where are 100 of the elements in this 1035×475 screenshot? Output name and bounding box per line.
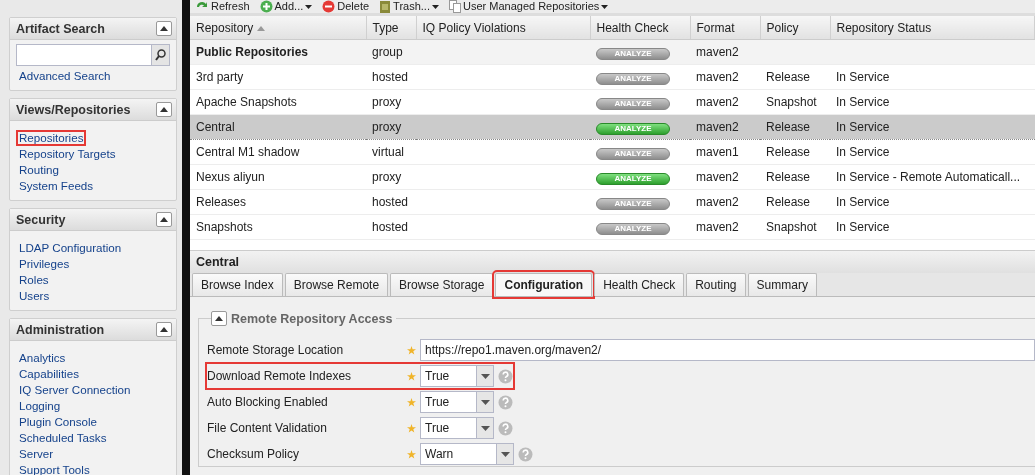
column-header[interactable]: Repository Status (830, 16, 1035, 40)
toolbar-button[interactable]: Add... (259, 0, 313, 13)
sidebar-link[interactable]: Privileges (16, 256, 73, 272)
toolbar-button[interactable]: Trash... (379, 0, 439, 13)
dropdown[interactable]: True (420, 365, 494, 387)
sidebar-link[interactable]: Capabilities (16, 366, 82, 382)
table-cell: Snapshot (766, 95, 817, 109)
table-cell: proxy (366, 89, 416, 115)
tab[interactable]: Browse Index (192, 273, 283, 296)
panel-title: Views/Repositories (16, 102, 131, 117)
sort-icon (257, 25, 266, 31)
table-cell: group (366, 39, 416, 65)
dropdown[interactable]: Warn (420, 443, 514, 465)
sidebar-link[interactable]: Users (16, 288, 53, 304)
table-cell: proxy (366, 164, 416, 190)
field-label: Checksum Policy (207, 447, 301, 461)
table-cell: In Service (836, 120, 890, 134)
sidebar-link[interactable]: Scheduled Tasks (16, 430, 110, 446)
input-field[interactable]: https://repo1.maven.org/maven2/ (420, 339, 1035, 361)
delete-icon (322, 0, 336, 13)
table-cell: Snapshots (190, 214, 366, 240)
table-cell: In Service - Remote Automaticall... (836, 170, 1021, 184)
sidebar-link[interactable]: Server (16, 446, 57, 462)
sidebar-link[interactable]: System Feeds (16, 178, 97, 194)
collapse-button[interactable] (156, 102, 172, 117)
star-icon (407, 371, 416, 381)
dropdown[interactable]: True (420, 391, 494, 413)
tab[interactable]: Browse Remote (284, 273, 389, 296)
collapse-button[interactable] (156, 21, 172, 36)
star-icon (407, 423, 416, 433)
table-cell: Release (766, 145, 811, 159)
table-cell: maven2 (690, 39, 760, 65)
caret-icon (160, 217, 168, 222)
table-cell: maven2 (690, 189, 760, 215)
add-icon (259, 0, 273, 13)
sidebar-link[interactable]: Logging (16, 398, 64, 414)
sidebar-link[interactable]: Roles (16, 272, 52, 288)
collapse-button[interactable] (156, 212, 172, 227)
caret-icon (480, 373, 490, 379)
toolbar-button[interactable]: Delete (322, 0, 370, 13)
sidebar-link[interactable]: Analytics (16, 350, 69, 366)
panel-title: Artifact Search (16, 21, 105, 36)
panel-title: Security (16, 212, 66, 227)
table-cell: hosted (366, 64, 416, 90)
tab[interactable]: Browse Storage (390, 273, 494, 296)
table-cell: hosted (366, 189, 416, 215)
field-label: Auto Blocking Enabled (207, 395, 329, 409)
table-cell: maven2 (690, 114, 760, 140)
table-cell: Nexus aliyun (190, 164, 366, 190)
table-cell: In Service (836, 95, 890, 109)
table-cell: proxy (366, 114, 416, 140)
tab[interactable]: Routing (686, 273, 746, 296)
sidebar-link[interactable]: Plugin Console (16, 414, 100, 430)
sidebar-link[interactable]: LDAP Configuration (16, 240, 125, 256)
star-icon (407, 345, 416, 355)
table-cell: Public Repositories (190, 39, 366, 65)
caret-icon (160, 107, 168, 112)
tab[interactable]: Summary (747, 273, 817, 296)
caret-icon (500, 451, 510, 457)
column-header[interactable]: Type (366, 16, 416, 40)
fieldset-title: Remote Repository Access (231, 311, 393, 326)
search-icon[interactable] (155, 49, 166, 61)
collapse-button[interactable] (156, 322, 172, 337)
sidebar-link[interactable]: Advanced Search (16, 68, 114, 84)
field-label: Download Remote Indexes (207, 369, 353, 383)
column-header[interactable]: Policy (760, 16, 830, 40)
tab[interactable]: Health Check (594, 273, 685, 296)
sidebar-link[interactable]: Routing (16, 162, 62, 178)
table-cell: Central M1 shadow (190, 139, 366, 165)
table-cell: In Service (836, 70, 890, 84)
sidebar-link[interactable]: Repositories (16, 130, 87, 146)
search-field[interactable] (16, 44, 170, 66)
table-cell: 3rd party (190, 64, 366, 90)
column-header[interactable]: Format (690, 16, 760, 40)
table-cell: Release (766, 195, 811, 209)
collapse-button[interactable] (211, 311, 227, 326)
tab[interactable]: Configuration (495, 273, 593, 296)
table-cell: Central (190, 114, 366, 140)
trash-icon (379, 0, 392, 13)
toolbar-button[interactable]: User Managed Repositories (448, 0, 609, 13)
toolbar-button[interactable]: Refresh (195, 0, 250, 13)
caret-icon (480, 425, 490, 431)
table-cell: In Service (836, 145, 890, 159)
column-header[interactable]: IQ Policy Violations (416, 16, 590, 40)
table-cell: hosted (366, 214, 416, 240)
table-cell: maven2 (690, 89, 760, 115)
table-cell: Apache Snapshots (190, 89, 366, 115)
table-cell: Snapshot (766, 220, 817, 234)
sidebar-link[interactable]: Repository Targets (16, 146, 119, 162)
pages-icon (448, 0, 461, 13)
star-icon (407, 397, 416, 407)
table-cell: In Service (836, 195, 890, 209)
sidebar-link[interactable]: IQ Server Connection (16, 382, 134, 398)
table-cell: Release (766, 70, 811, 84)
field-label: File Content Validation (207, 421, 328, 435)
column-header[interactable]: Repository (190, 16, 366, 40)
dropdown[interactable]: True (420, 417, 494, 439)
caret-icon (480, 399, 490, 405)
panel-title: Administration (16, 322, 105, 337)
column-header[interactable]: Health Check (590, 16, 690, 40)
